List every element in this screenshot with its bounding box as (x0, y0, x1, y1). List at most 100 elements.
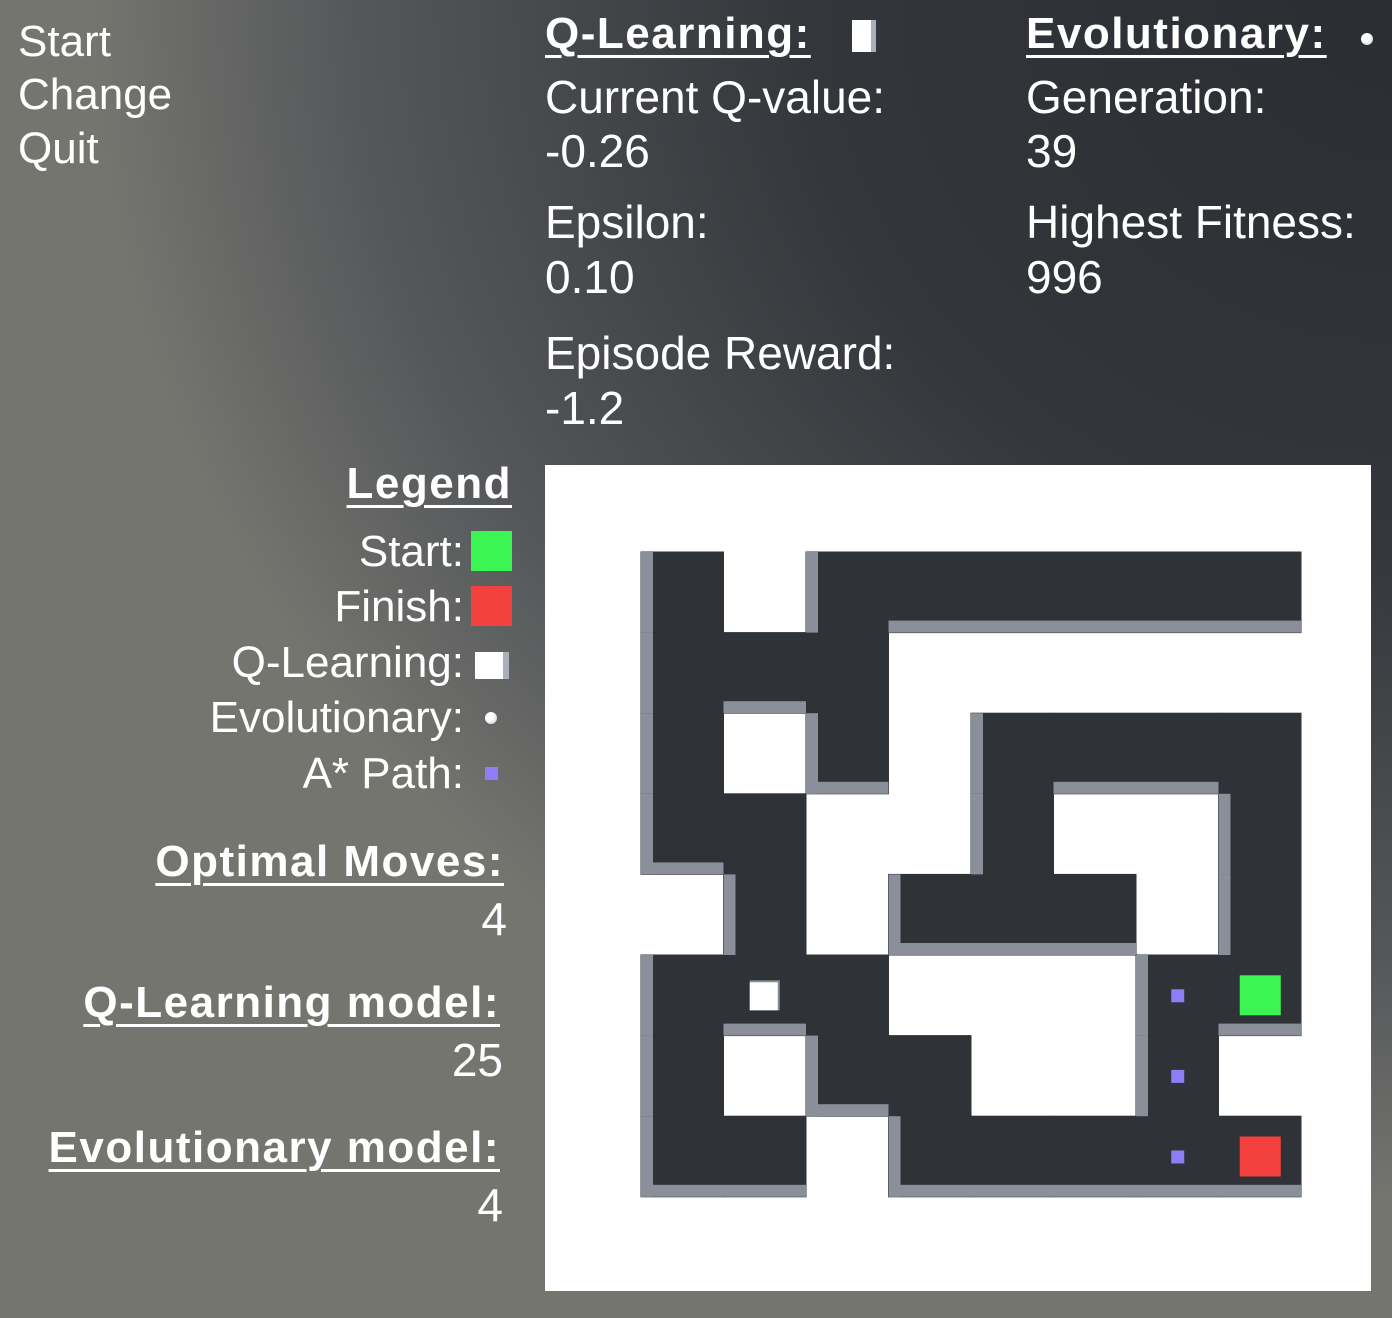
maze-floor-cell (640, 632, 724, 714)
maze-wall-side (1053, 620, 1136, 633)
maze-wall-side (723, 701, 806, 714)
maze-wall-side (806, 1035, 818, 1117)
maze-floor-cell (805, 551, 889, 634)
maze-floor-cell (805, 954, 889, 1037)
legend-evolutionary-label: Evolutionary: (209, 693, 464, 742)
maze-floor-cell (640, 551, 724, 634)
maze-floor-cell (805, 632, 889, 714)
purple-square-icon (485, 767, 498, 780)
maze-wall-side (1136, 620, 1219, 633)
maze-wall-side (971, 620, 1054, 633)
qlearning-title: Q-Learning: (545, 9, 811, 58)
episode-reward-value: -1.2 (545, 382, 625, 434)
maze-floor-cell (970, 793, 1054, 875)
maze-wall-side (888, 1184, 971, 1197)
maze-wall-side (641, 552, 653, 633)
legend-qlearning-label: Q-Learning: (231, 638, 464, 687)
maze-wall-side (1218, 1184, 1301, 1197)
maze-wall-side (1218, 620, 1301, 633)
maze-wall-side (641, 955, 653, 1036)
maze-wall-side (1218, 874, 1231, 955)
white-sphere-icon (485, 712, 497, 724)
maze-floor-cell (640, 954, 724, 1037)
white-cube-icon (475, 652, 509, 679)
astar-path-marker (1171, 1069, 1185, 1083)
maze-wall-side (1053, 943, 1136, 955)
maze-floor-cell (1218, 873, 1302, 956)
maze-wall-side (888, 874, 901, 955)
maze-floor-cell (640, 712, 724, 795)
white-sphere-icon (1361, 33, 1373, 45)
maze-wall-side (888, 943, 971, 955)
maze-wall-side (806, 713, 818, 794)
generation-label: Generation: (1026, 71, 1267, 123)
optimal-moves-label: Optimal Moves: (155, 837, 504, 886)
evolutionary-model-value: 4 (477, 1179, 503, 1231)
maze-wall-side (1218, 1023, 1301, 1036)
epsilon-value: 0.10 (545, 251, 635, 303)
maze-wall-side (806, 1104, 889, 1117)
maze-wall-side (1136, 955, 1148, 1036)
maze-wall-side (641, 713, 653, 794)
maze-floor-cell (1218, 793, 1302, 875)
maze-wall-side (641, 1035, 653, 1117)
maze-floor-cell (640, 1035, 724, 1117)
quit-menu-item[interactable]: Quit (18, 127, 99, 171)
epsilon-label: Epsilon: (545, 196, 709, 248)
maze-wall-side (641, 632, 653, 714)
maze-wall-side (723, 1023, 806, 1036)
astar-path-marker (1171, 1150, 1185, 1164)
highest-fitness-value: 996 (1026, 251, 1103, 303)
start-swatch-icon (471, 531, 512, 571)
maze-wall-side (971, 793, 983, 875)
maze-wall-side (1053, 781, 1136, 794)
maze-wall-side (641, 862, 724, 875)
optimal-moves-value: 4 (481, 893, 507, 945)
maze-floor-cell (723, 873, 807, 956)
legend-start-label: Start: (358, 527, 464, 576)
q-value-label: Current Q-value: (545, 71, 886, 123)
maze-wall-side (1136, 781, 1219, 794)
maze-wall-side (723, 1184, 806, 1197)
legend-astar-label: A* Path: (302, 749, 464, 798)
qlearning-model-label: Q-Learning model: (83, 978, 500, 1027)
maze-floor-cell (1218, 712, 1302, 795)
maze-floor-cell (723, 793, 807, 875)
maze-wall-side (641, 1184, 724, 1197)
maze-floor-cell (970, 712, 1054, 795)
maze-wall-side (1218, 793, 1231, 875)
maze-wall-side (971, 713, 983, 794)
highest-fitness-label: Highest Fitness: (1026, 196, 1356, 248)
qlearning-agent-icon (749, 982, 778, 1011)
change-menu-item[interactable]: Change (18, 73, 172, 117)
maze-wall-side (641, 1116, 653, 1197)
finish-swatch-icon (471, 586, 512, 626)
maze-wall-side (1053, 1184, 1136, 1197)
start-menu-item[interactable]: Start (18, 20, 111, 64)
maze-wall-side (971, 943, 1054, 955)
maze-board (545, 465, 1371, 1291)
qlearning-model-value: 25 (451, 1034, 503, 1086)
q-value: -0.26 (545, 125, 650, 177)
maze-wall-side (806, 552, 818, 633)
maze-wall-side (806, 781, 889, 794)
maze-floor-cell (888, 1035, 972, 1117)
episode-reward-label: Episode Reward: (545, 327, 896, 379)
maze-wall-side (888, 1116, 901, 1197)
generation-value: 39 (1026, 125, 1078, 177)
evolutionary-title: Evolutionary: (1026, 9, 1327, 58)
maze-wall-side (888, 620, 971, 633)
maze-wall-side (723, 874, 736, 955)
maze-wall-side (1136, 1035, 1148, 1117)
maze-wall-side (971, 1184, 1054, 1197)
maze-wall-side (641, 793, 653, 875)
start-marker (1239, 975, 1281, 1016)
evolutionary-model-label: Evolutionary model: (48, 1123, 500, 1172)
legend-finish-label: Finish: (334, 582, 464, 631)
white-cube-icon (852, 20, 876, 52)
maze-grid (640, 551, 1302, 1198)
astar-path-marker (1171, 989, 1185, 1003)
legend-title: Legend (346, 459, 512, 508)
finish-marker (1239, 1136, 1281, 1177)
maze-wall-side (1136, 1184, 1219, 1197)
